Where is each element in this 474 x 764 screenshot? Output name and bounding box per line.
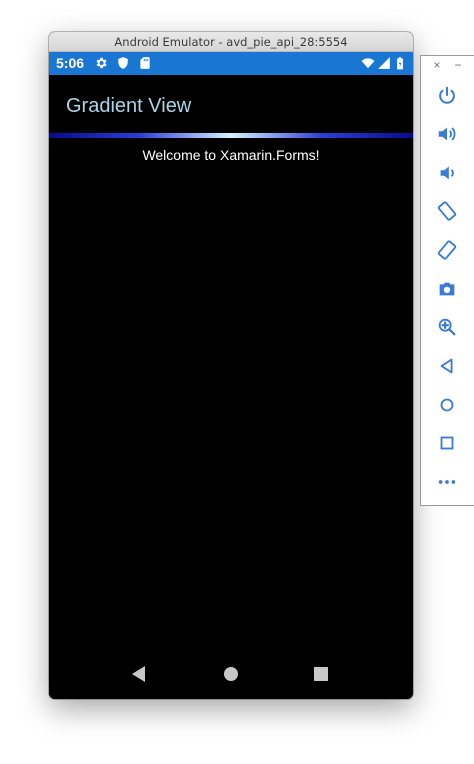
welcome-label: Welcome to Xamarin.Forms! xyxy=(142,147,320,163)
more-icon[interactable] xyxy=(436,471,458,493)
volume-up-icon[interactable] xyxy=(436,123,458,145)
battery-icon xyxy=(395,56,405,70)
emulator-window: Android Emulator - avd_pie_api_28:5554 5… xyxy=(49,32,413,699)
volume-down-icon[interactable] xyxy=(436,162,458,184)
close-button[interactable]: × xyxy=(430,58,444,72)
back-icon[interactable] xyxy=(436,355,458,377)
emulator-side-toolbar: × − xyxy=(420,55,474,506)
window-title: Android Emulator - avd_pie_api_28:5554 xyxy=(114,35,348,49)
status-time: 5:06 xyxy=(56,55,85,71)
gradient-view xyxy=(49,133,413,138)
page-title: Gradient View xyxy=(66,95,192,117)
overview-icon[interactable] xyxy=(436,432,458,454)
app-header: Gradient View xyxy=(49,75,413,133)
gear-icon xyxy=(94,56,108,70)
home-icon[interactable] xyxy=(219,662,243,686)
shield-icon xyxy=(116,56,130,70)
recents-icon[interactable] xyxy=(309,662,333,686)
sd-card-icon xyxy=(138,56,152,70)
power-icon[interactable] xyxy=(436,85,458,107)
android-status-bar: 5:06 xyxy=(49,52,413,75)
signal-icon xyxy=(377,56,391,70)
rotate-left-icon[interactable] xyxy=(436,200,458,222)
zoom-icon[interactable] xyxy=(436,316,458,338)
camera-icon[interactable] xyxy=(436,278,458,300)
window-titlebar[interactable]: Android Emulator - avd_pie_api_28:5554 xyxy=(49,32,413,52)
wifi-icon xyxy=(361,56,375,70)
screen: Android Emulator - avd_pie_api_28:5554 5… xyxy=(0,0,474,764)
rotate-right-icon[interactable] xyxy=(436,239,458,261)
back-icon[interactable] xyxy=(127,662,151,686)
android-nav-bar xyxy=(49,652,413,699)
minimize-button[interactable]: − xyxy=(451,58,465,72)
home-icon[interactable] xyxy=(436,394,458,416)
